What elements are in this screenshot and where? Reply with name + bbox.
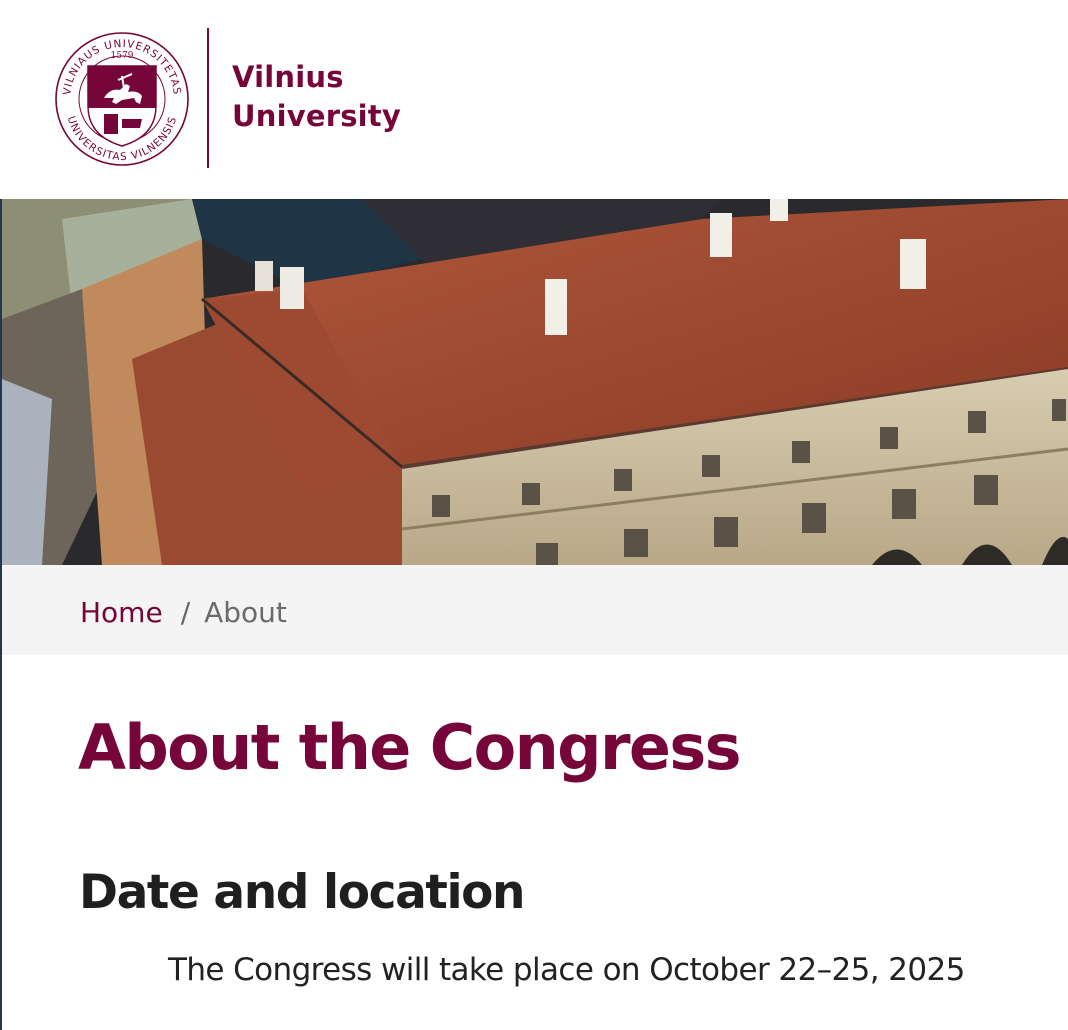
site-header: VILNIAUS UNIVERSITETAS UNIVERSITAS VILNE… — [0, 0, 1068, 199]
breadcrumb: Home / About — [2, 565, 1068, 655]
page-title: About the Congress — [78, 711, 742, 784]
hero-image — [2, 199, 1068, 565]
breadcrumb-home-link[interactable]: Home — [80, 596, 163, 629]
breadcrumb-current: About — [204, 596, 287, 629]
university-seal-icon: VILNIAUS UNIVERSITETAS UNIVERSITAS VILNE… — [55, 32, 189, 166]
svg-text:1579: 1579 — [111, 51, 134, 61]
hero-photo-illustration — [2, 199, 1068, 565]
page: VILNIAUS UNIVERSITETAS UNIVERSITAS VILNE… — [0, 0, 1068, 1030]
logo-name-line1: Vilnius — [232, 60, 344, 94]
section-heading: Date and location — [79, 865, 526, 920]
breadcrumb-trail: Home / About — [80, 596, 287, 630]
logo-name-line2: University — [232, 99, 401, 133]
logo-home-link[interactable]: VILNIAUS UNIVERSITETAS UNIVERSITAS VILNE… — [52, 24, 412, 174]
date-paragraph: The Congress will take place on October … — [168, 952, 965, 988]
logo-wordmark: Vilnius University — [232, 58, 401, 136]
logo-divider — [207, 28, 209, 168]
breadcrumb-separator: / — [180, 596, 191, 629]
